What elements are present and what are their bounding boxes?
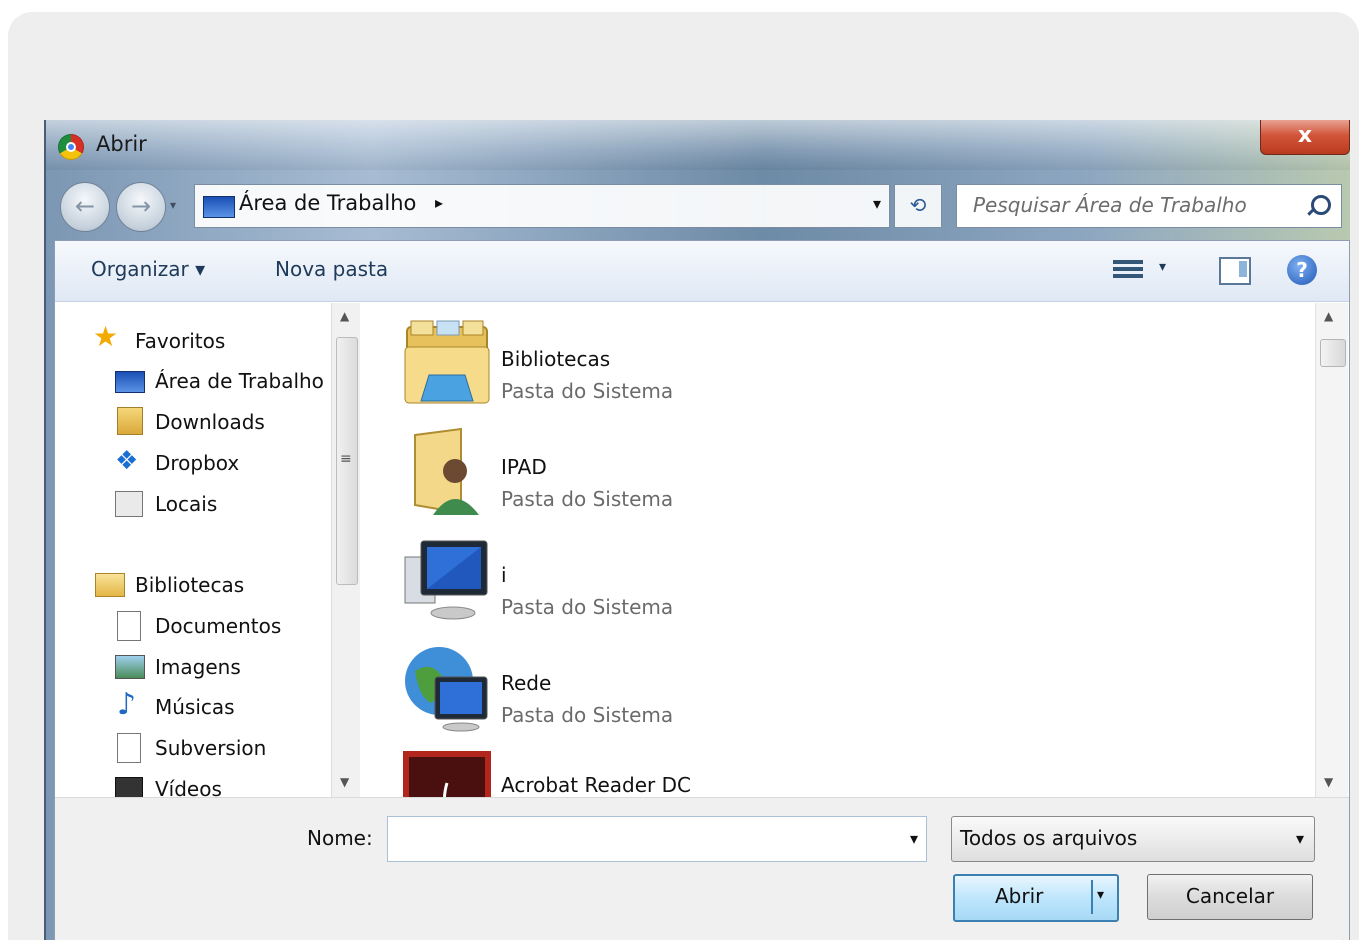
new-folder-button[interactable]: Nova pasta — [275, 257, 388, 281]
scroll-down-icon[interactable]: ▼ — [1324, 775, 1333, 789]
acrobat-icon — [403, 751, 491, 797]
breadcrumb-chevron-icon[interactable]: ▸ — [435, 193, 443, 212]
open-button-label: Abrir — [995, 884, 1044, 908]
refresh-button[interactable]: ⟲ — [894, 184, 942, 228]
star-icon: ★ — [93, 320, 119, 353]
back-arrow-icon: ← — [74, 192, 96, 220]
sidebar-item-label[interactable]: Imagens — [155, 655, 241, 679]
file-name: Acrobat Reader DC — [501, 773, 691, 797]
command-bar: Organizar ▾ Nova pasta ▾ ? — [55, 241, 1349, 302]
scroll-up-icon[interactable]: ▲ — [1324, 309, 1333, 323]
screenshot-background: Abrir x ← → ▾ Área de Trabalho ▸ ▾ ⟲ Org… — [8, 12, 1359, 940]
search-box[interactable] — [956, 184, 1342, 228]
file-name-dropdown-icon[interactable]: ▾ — [910, 829, 918, 848]
scroll-thumb[interactable] — [1320, 339, 1346, 367]
dialog-footer: Nome: ▾ Todos os arquivos ▾ Abrir ▾ Canc… — [55, 797, 1349, 940]
close-button[interactable]: x — [1260, 120, 1350, 155]
forward-arrow-icon: → — [130, 192, 152, 220]
desktop-icon — [203, 196, 235, 218]
address-location[interactable]: Área de Trabalho — [239, 191, 416, 215]
file-item-ipad[interactable]: IPAD Pasta do Sistema — [401, 425, 1001, 525]
back-button[interactable]: ← — [60, 182, 110, 232]
file-type-value: Todos os arquivos — [960, 826, 1138, 850]
sidebar-item-label[interactable]: Locais — [155, 492, 217, 516]
window-title: Abrir — [96, 132, 147, 156]
open-button-divider — [1091, 880, 1093, 914]
address-bar[interactable]: Área de Trabalho ▸ ▾ — [194, 184, 890, 228]
preview-pane-icon[interactable] — [1219, 257, 1251, 285]
file-item-bibliotecas[interactable]: Bibliotecas Pasta do Sistema — [401, 317, 1001, 417]
file-item-computer[interactable]: i Pasta do Sistema — [401, 533, 1001, 633]
cancel-button[interactable]: Cancelar — [1147, 874, 1313, 920]
navigation-scrollbar[interactable]: ▲ ≡ ▼ — [331, 303, 360, 797]
file-type: Pasta do Sistema — [501, 703, 674, 727]
libraries-folder-icon — [95, 573, 125, 597]
help-icon[interactable]: ? — [1287, 255, 1317, 285]
file-type: Pasta do Sistema — [501, 595, 674, 619]
documents-icon — [117, 611, 141, 641]
sidebar-item-label[interactable]: Área de Trabalho — [155, 369, 324, 393]
address-dropdown-icon[interactable]: ▾ — [873, 194, 881, 213]
downloads-icon — [117, 407, 143, 435]
open-file-dialog: Abrir x ← → ▾ Área de Trabalho ▸ ▾ ⟲ Org… — [44, 120, 1350, 940]
pictures-icon — [115, 655, 145, 679]
scroll-grip-icon: ≡ — [340, 451, 352, 467]
file-list-scrollbar[interactable]: ▲ ▼ — [1315, 303, 1348, 797]
network-icon — [405, 647, 488, 732]
dialog-content: Organizar ▾ Nova pasta ▾ ? ★ Favoritos Á… — [54, 240, 1350, 940]
file-type-dropdown-icon[interactable]: ▾ — [1296, 829, 1304, 848]
file-name-field[interactable] — [388, 817, 904, 859]
file-name: i — [501, 563, 507, 587]
file-name: IPAD — [501, 455, 547, 479]
file-item-rede[interactable]: Rede Pasta do Sistema — [401, 641, 1001, 741]
music-icon: ♪ — [117, 687, 137, 722]
sidebar-item-label[interactable]: Vídeos — [155, 777, 222, 797]
dropbox-icon: ❖ — [115, 446, 139, 476]
videos-icon — [115, 777, 143, 797]
file-item-acrobat[interactable]: Acrobat Reader DC Atalho — [401, 743, 1001, 797]
title-bar: Abrir x — [46, 120, 1350, 170]
desktop-icon — [115, 371, 145, 393]
view-options-dropdown[interactable]: ▾ — [1159, 259, 1166, 275]
file-name-label: Nome: — [307, 826, 373, 850]
file-name-combobox[interactable]: ▾ — [387, 816, 927, 862]
libraries-label[interactable]: Bibliotecas — [135, 573, 244, 597]
scroll-up-icon[interactable]: ▲ — [340, 309, 349, 323]
sidebar-item-label[interactable]: Dropbox — [155, 451, 239, 475]
user-folder-icon — [414, 427, 479, 515]
change-view-icon[interactable] — [1113, 257, 1143, 285]
favorites-label[interactable]: Favoritos — [135, 329, 225, 353]
forward-button[interactable]: → — [116, 182, 166, 232]
sidebar-item-label[interactable]: Documentos — [155, 614, 281, 638]
file-type: Pasta do Sistema — [501, 379, 674, 403]
open-options-dropdown-icon[interactable]: ▾ — [1097, 887, 1104, 903]
libraries-folder-icon — [404, 320, 490, 404]
sidebar-item-label[interactable]: Músicas — [155, 695, 235, 719]
scroll-down-icon[interactable]: ▼ — [340, 775, 349, 789]
computer-icon — [404, 540, 488, 620]
file-type-select[interactable]: Todos os arquivos ▾ — [951, 816, 1315, 862]
organize-button[interactable]: Organizar ▾ — [91, 257, 205, 281]
navigation-pane: ★ Favoritos Área de Trabalho Downloads ❖… — [55, 303, 331, 797]
chrome-icon — [58, 134, 84, 160]
file-type: Pasta do Sistema — [501, 487, 674, 511]
recent-places-icon — [115, 491, 143, 517]
file-name: Rede — [501, 671, 552, 695]
sidebar-item-label[interactable]: Subversion — [155, 736, 266, 760]
file-list: Bibliotecas Pasta do Sistema IPAD Pasta … — [361, 303, 1315, 797]
search-input[interactable] — [957, 185, 1319, 225]
open-button[interactable]: Abrir ▾ — [953, 874, 1119, 922]
file-name: Bibliotecas — [501, 347, 611, 371]
document-icon — [117, 733, 141, 763]
sidebar-item-label[interactable]: Downloads — [155, 410, 265, 434]
recent-locations-dropdown[interactable]: ▾ — [170, 198, 184, 212]
search-icon[interactable] — [1311, 195, 1331, 215]
